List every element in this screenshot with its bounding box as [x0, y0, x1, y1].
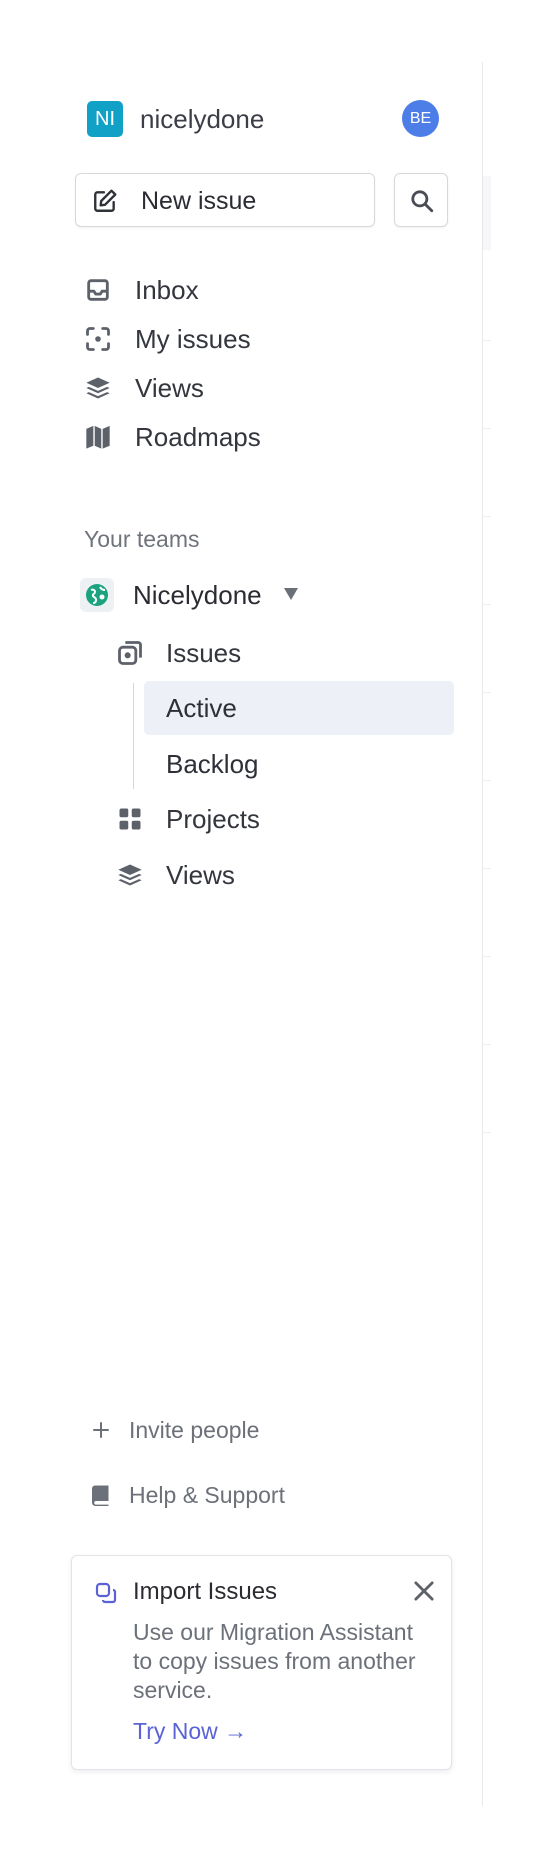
help-support-label: Help & Support — [129, 1482, 285, 1508]
user-avatar[interactable]: BE — [402, 100, 439, 137]
issue-view-active[interactable]: Active — [144, 681, 454, 735]
new-issue-label: New issue — [141, 187, 257, 215]
nav-item-label: Roadmaps — [135, 422, 261, 452]
views-icon — [86, 377, 110, 399]
book-icon — [92, 1485, 109, 1506]
main-pane-row-divider — [483, 692, 491, 693]
caret-down-icon[interactable] — [283, 587, 299, 601]
team-item-label: Issues — [166, 638, 242, 668]
tree-indent-line — [133, 683, 134, 789]
import-card-description: Use our Migration Assistant to copy issu… — [133, 1619, 416, 1703]
nav-item-inbox[interactable]: Inbox — [75, 267, 455, 313]
import-card-title: Import Issues — [133, 1578, 278, 1605]
workspace-logo[interactable]: NI — [87, 101, 123, 137]
help-support-link[interactable]: Help & Support — [84, 1475, 384, 1515]
sidebar: NI nicelydone BE New issue Inbox My issu… — [0, 0, 482, 1866]
views-icon — [118, 864, 142, 886]
main-pane-row-divider — [483, 1132, 491, 1133]
issues-icon — [118, 641, 142, 665]
team-item-label: Projects — [166, 804, 260, 834]
team-item-projects[interactable]: Projects — [108, 796, 458, 842]
team-globe-icon — [80, 578, 114, 612]
app-window: NI nicelydone BE New issue Inbox My issu… — [0, 0, 551, 1866]
main-pane-row-divider — [483, 956, 491, 957]
workspace-name[interactable]: nicelydone — [140, 103, 264, 135]
main-pane-row-divider — [483, 868, 491, 869]
inbox-icon — [87, 279, 109, 301]
search-button[interactable] — [394, 173, 448, 227]
issue-view-backlog[interactable]: Backlog — [144, 737, 454, 791]
issue-view-label: Active — [166, 693, 237, 723]
nav-item-label: Inbox — [135, 275, 199, 305]
main-pane-row-divider — [483, 1044, 491, 1045]
try-now-link[interactable]: Try Now → — [133, 1716, 247, 1746]
close-icon[interactable] — [410, 1577, 438, 1605]
compose-icon — [94, 189, 117, 212]
main-pane-row-divider — [483, 780, 491, 781]
team-item-label: Views — [166, 860, 235, 890]
main-pane-header-strip — [483, 176, 491, 250]
invite-people-link[interactable]: Invite people — [84, 1410, 384, 1450]
my-issues-icon — [86, 327, 110, 351]
team-row-nicelydone[interactable]: Nicelydone — [75, 572, 315, 618]
nav-item-label: My issues — [135, 324, 251, 354]
issue-view-label: Backlog — [166, 749, 259, 779]
nav-item-my-issues[interactable]: My issues — [75, 316, 455, 362]
import-copy-icon — [95, 1582, 117, 1604]
map-icon — [86, 425, 110, 449]
main-pane-row-divider — [483, 428, 491, 429]
section-label-your-teams: Your teams — [84, 526, 200, 552]
plus-icon — [93, 1422, 109, 1438]
search-icon — [411, 190, 434, 213]
main-pane-row-divider — [483, 604, 491, 605]
team-item-issues[interactable]: Issues — [108, 630, 458, 676]
team-name: Nicelydone — [133, 580, 262, 610]
sidebar-divider[interactable] — [482, 62, 483, 1806]
nav-item-views[interactable]: Views — [75, 365, 455, 411]
import-issues-card: Import Issues Use our Migration Assistan… — [71, 1555, 452, 1770]
new-issue-button[interactable]: New issue — [75, 173, 375, 227]
main-pane-row-divider — [483, 340, 491, 341]
invite-people-label: Invite people — [129, 1417, 260, 1443]
team-item-views[interactable]: Views — [108, 852, 458, 898]
projects-icon — [119, 808, 141, 830]
nav-item-label: Views — [135, 373, 204, 403]
nav-item-roadmaps[interactable]: Roadmaps — [75, 414, 455, 460]
main-pane-row-divider — [483, 516, 491, 517]
